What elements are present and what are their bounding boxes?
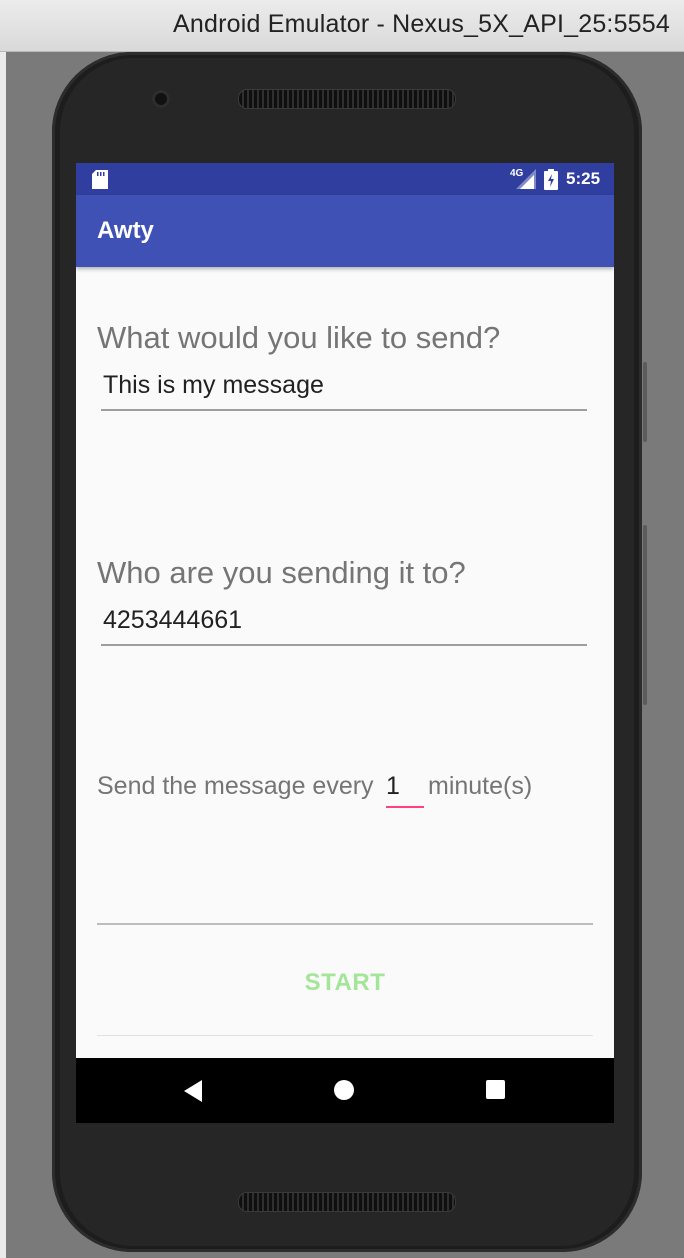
desktop-background <box>0 52 6 1258</box>
message-input[interactable]: This is my message <box>101 371 587 411</box>
front-camera <box>152 90 170 108</box>
recents-icon[interactable] <box>486 1080 505 1099</box>
interval-suffix-label: minute(s) <box>428 772 533 800</box>
window-title: Android Emulator - Nexus_5X_API_25:5554 <box>173 10 670 38</box>
power-button[interactable] <box>643 525 647 705</box>
start-button[interactable]: START <box>97 933 593 1033</box>
app-bar: Awty <box>76 195 614 267</box>
interval-input[interactable]: 1 <box>386 770 424 808</box>
top-speaker <box>238 89 456 109</box>
recipient-label: Who are you sending it to? <box>97 555 466 590</box>
status-clock: 5:25 <box>566 169 601 188</box>
recipient-input[interactable]: 4253444661 <box>101 606 587 646</box>
navigation-bar <box>76 1058 614 1123</box>
device-screen: 4G 5:25 Awty What would you like to send… <box>76 163 614 1123</box>
message-label: What would you like to send? <box>97 320 501 355</box>
battery-icon <box>544 169 558 195</box>
interval-input-value: 1 <box>386 772 400 800</box>
message-input-value: This is my message <box>103 371 324 399</box>
back-icon[interactable] <box>182 1079 204 1108</box>
bottom-speaker <box>238 1192 456 1212</box>
status-bar: 4G 5:25 <box>76 163 614 195</box>
signal-icon <box>510 169 536 194</box>
home-icon[interactable] <box>334 1080 354 1100</box>
interval-prefix-label: Send the message every <box>97 772 374 800</box>
volume-button[interactable] <box>643 362 647 442</box>
sd-card-icon <box>92 170 108 194</box>
app-title: Awty <box>97 217 154 244</box>
divider <box>97 1035 593 1036</box>
divider <box>97 923 593 925</box>
emulator-title-bar: Android Emulator - Nexus_5X_API_25:5554 <box>0 0 684 52</box>
recipient-input-value: 4253444661 <box>103 606 243 634</box>
